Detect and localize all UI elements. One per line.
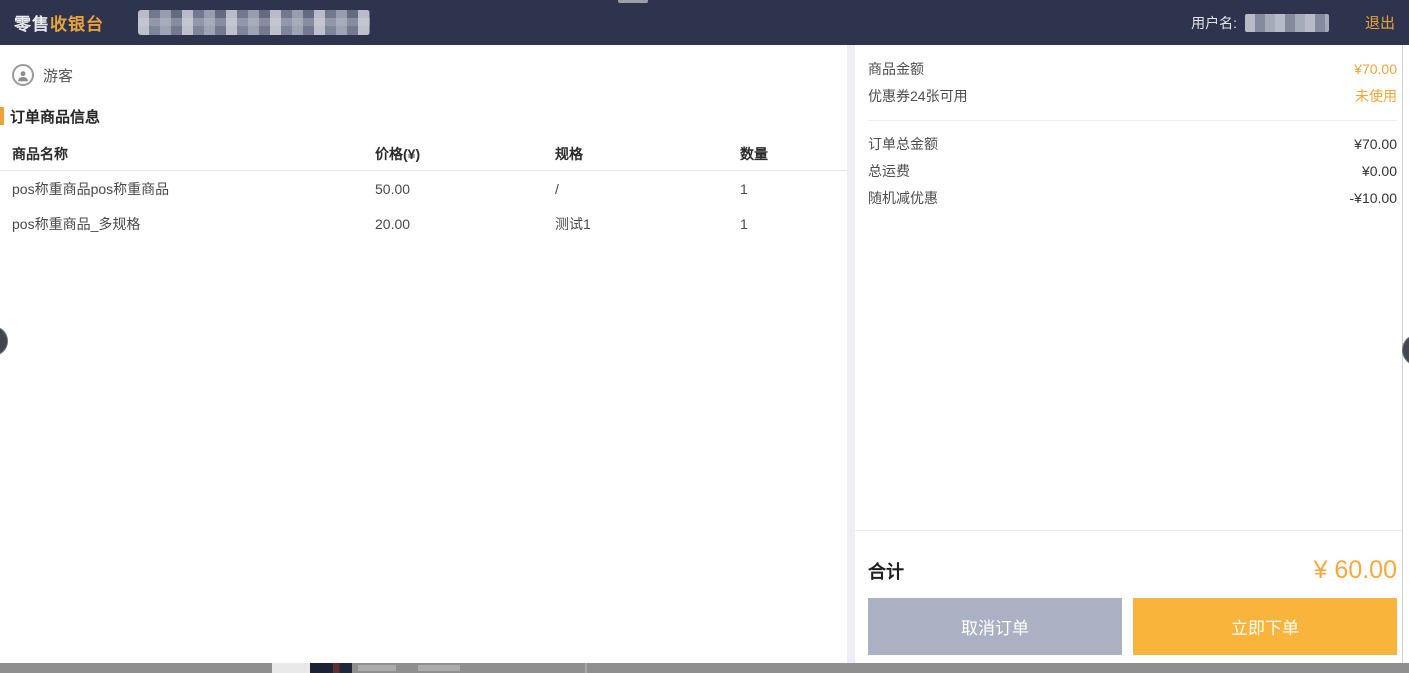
section-title-accent-bar bbox=[0, 107, 4, 125]
user-avatar-icon bbox=[12, 64, 34, 86]
shipping-fee-label: 总运费 bbox=[868, 161, 910, 181]
summary-block: 订单总金额 ¥70.00 总运费 ¥0.00 随机减优惠 -¥10.00 bbox=[868, 121, 1397, 211]
shipping-fee-value: ¥0.00 bbox=[1362, 163, 1397, 179]
total-row: 合计 ¥ 60.00 bbox=[868, 556, 1397, 585]
top-bar: 零售收银台 用户名: 退出 bbox=[0, 0, 1409, 45]
section-title-text: 订单商品信息 bbox=[0, 106, 100, 127]
browser-edge-notch bbox=[618, 0, 648, 3]
cell-qty: 1 bbox=[740, 181, 847, 197]
total-value: ¥ 60.00 bbox=[1314, 556, 1397, 585]
cell-spec: / bbox=[555, 181, 740, 197]
panel-divider bbox=[847, 45, 855, 663]
customer-name: 游客 bbox=[43, 65, 73, 86]
coupon-label: 优惠券24张可用 bbox=[868, 86, 968, 106]
col-header-name: 商品名称 bbox=[12, 144, 375, 164]
cell-qty: 1 bbox=[740, 216, 847, 232]
cancel-order-button[interactable]: 取消订单 bbox=[868, 598, 1122, 655]
goods-amount-value: ¥70.00 bbox=[1354, 61, 1397, 77]
cell-spec: 测试1 bbox=[555, 214, 740, 234]
col-header-price: 价格(¥) bbox=[375, 144, 555, 164]
cell-price: 20.00 bbox=[375, 216, 555, 232]
goods-amount-row: 商品金额 ¥70.00 bbox=[868, 55, 1397, 82]
table-row: pos称重商品pos称重商品 50.00 / 1 bbox=[0, 171, 847, 206]
coupon-row[interactable]: 优惠券24张可用 未使用 bbox=[868, 82, 1397, 109]
order-total-value: ¥70.00 bbox=[1354, 136, 1397, 152]
total-block: 合计 ¥ 60.00 取消订单 立即下单 bbox=[855, 530, 1402, 663]
taskbar-text-blur bbox=[358, 665, 396, 671]
store-name-redacted bbox=[138, 10, 370, 35]
random-discount-label: 随机减优惠 bbox=[868, 188, 938, 208]
taskbar-segment bbox=[272, 663, 310, 673]
order-total-label: 订单总金额 bbox=[868, 134, 938, 154]
customer-row: 游客 bbox=[12, 63, 847, 87]
cell-price: 50.00 bbox=[375, 181, 555, 197]
goods-table-body: pos称重商品pos称重商品 50.00 / 1 pos称重商品_多规格 20.… bbox=[0, 171, 847, 241]
order-goods-panel: 游客 订单商品信息 商品名称 价格(¥) 规格 数量 pos称重商品pos称重商… bbox=[0, 45, 847, 663]
checkout-summary: 商品金额 ¥70.00 优惠券24张可用 未使用 订单总金额 ¥70.00 总运… bbox=[855, 45, 1402, 211]
goods-table: 商品名称 价格(¥) 规格 数量 pos称重商品pos称重商品 50.00 / … bbox=[0, 137, 847, 241]
random-discount-value: -¥10.00 bbox=[1350, 190, 1397, 206]
random-discount-row: 随机减优惠 -¥10.00 bbox=[868, 184, 1397, 211]
taskbar-divider bbox=[585, 663, 587, 673]
cell-name: pos称重商品_多规格 bbox=[12, 214, 375, 234]
goods-amount-label: 商品金额 bbox=[868, 59, 924, 79]
col-header-qty: 数量 bbox=[740, 144, 847, 164]
col-header-spec: 规格 bbox=[555, 144, 740, 164]
checkout-panel: 商品金额 ¥70.00 优惠券24张可用 未使用 订单总金额 ¥70.00 总运… bbox=[855, 45, 1403, 663]
logout-button[interactable]: 退出 bbox=[1365, 12, 1395, 33]
taskbar-strip bbox=[0, 663, 1409, 673]
action-buttons: 取消订单 立即下单 bbox=[868, 598, 1397, 655]
order-total-row: 订单总金额 ¥70.00 bbox=[868, 130, 1397, 157]
app-title-suffix: 收银台 bbox=[50, 15, 104, 34]
fee-block: 商品金额 ¥70.00 优惠券24张可用 未使用 bbox=[868, 45, 1397, 121]
shipping-fee-row: 总运费 ¥0.00 bbox=[868, 157, 1397, 184]
submit-order-button[interactable]: 立即下单 bbox=[1133, 598, 1397, 655]
username-redacted bbox=[1245, 14, 1329, 32]
goods-table-header: 商品名称 价格(¥) 规格 数量 bbox=[0, 137, 847, 171]
table-row: pos称重商品_多规格 20.00 测试1 1 bbox=[0, 206, 847, 241]
username-label: 用户名: bbox=[1191, 13, 1237, 33]
section-title-order-goods: 订单商品信息 bbox=[0, 107, 847, 125]
taskbar-text-blur bbox=[418, 665, 460, 671]
taskbar-thumbnail bbox=[310, 663, 352, 673]
cell-name: pos称重商品pos称重商品 bbox=[12, 179, 375, 199]
coupon-status: 未使用 bbox=[1355, 86, 1397, 106]
app-title-prefix: 零售 bbox=[14, 15, 50, 34]
top-bar-right: 用户名: 退出 bbox=[1191, 12, 1395, 33]
pos-cashier-app: 零售收银台 用户名: 退出 游客 订单商品信息 商品名称 价格(¥) 规格 数量 bbox=[0, 0, 1409, 673]
app-title: 零售收银台 bbox=[14, 10, 104, 35]
total-label: 合计 bbox=[868, 558, 904, 584]
